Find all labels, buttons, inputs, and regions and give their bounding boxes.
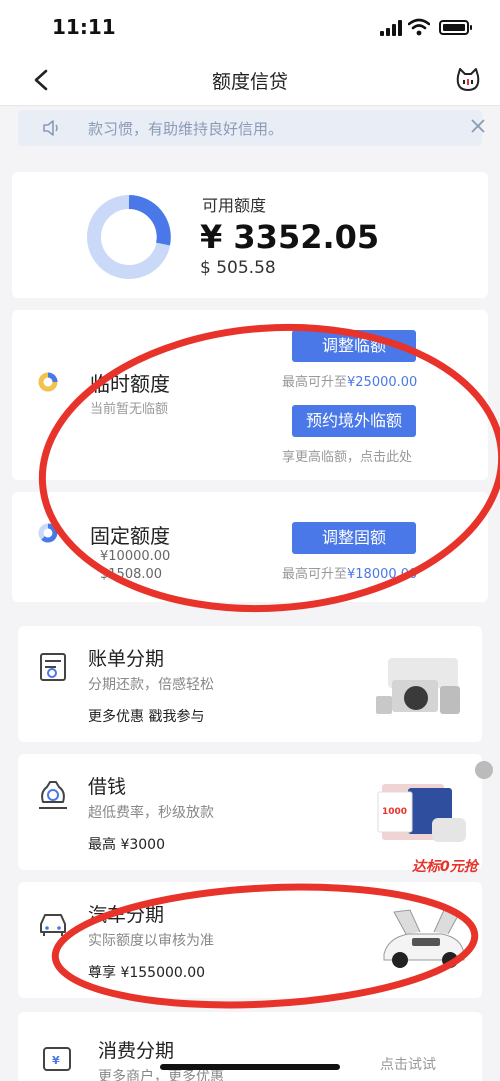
try-it-link[interactable]: 点击试试 xyxy=(380,1054,436,1074)
fixed-credit-usd: $1508.00 xyxy=(100,567,163,582)
product-name: 账单分期 xyxy=(88,648,165,670)
notice-text: 款习惯，有助维持良好信用。 xyxy=(88,120,284,138)
temporary-credit-subtitle: 当前暂无临额 xyxy=(90,402,169,417)
car-icon xyxy=(40,914,66,936)
wifi-icon xyxy=(408,18,430,36)
product-card-car-installment[interactable]: 汽车分期 实际额度以审核为准 尊享 ¥155000.00 xyxy=(18,882,482,998)
fixed-credit-cny: ¥10000.00 xyxy=(100,549,171,564)
battery-icon xyxy=(439,20,472,35)
product-desc: 实际额度以审核为准 xyxy=(88,933,214,949)
status-time: 11:11 xyxy=(52,15,116,39)
promo-close-icon[interactable] xyxy=(475,761,493,779)
temporary-hint-prefix: 最高可升至 xyxy=(282,375,348,390)
fixed-hint-prefix: 最高可升至 xyxy=(282,567,348,582)
product-desc: 分期还款，倍感轻松 xyxy=(88,677,214,693)
overseas-credit-button[interactable]: 预约境外临额 xyxy=(292,405,416,437)
temporary-hint-value: ¥25000.00 xyxy=(347,375,418,390)
section-divider xyxy=(0,612,500,622)
adjust-fixed-button[interactable]: 调整固额 xyxy=(292,522,416,554)
product-name: 消费分期 xyxy=(98,1040,175,1062)
adjust-temporary-button[interactable]: 调整临额 xyxy=(292,330,416,362)
fixed-max-hint: 最高可升至¥18000.00 xyxy=(282,563,417,582)
product-desc: 超低费率，秒级放款 xyxy=(88,805,214,821)
available-credit-amount: ¥ 3352.05 xyxy=(200,218,380,256)
product-name: 借钱 xyxy=(88,776,127,798)
cat-service-icon[interactable] xyxy=(454,66,482,94)
fixed-credit-icon xyxy=(38,523,58,543)
car-image xyxy=(383,909,465,968)
product-card-borrow[interactable]: 借钱 超低费率，秒级放款 最高 ¥3000 1000 xyxy=(18,754,482,870)
consumer-installment-icon: ¥ xyxy=(43,1047,71,1071)
promo-tag: 达标0元抢 xyxy=(412,859,478,875)
product-promo: 最高 ¥3000 xyxy=(88,837,165,853)
temporary-credit-icon xyxy=(38,372,58,392)
promo-badge-text: 1000 xyxy=(382,807,407,817)
available-credit-label: 可用额度 xyxy=(202,196,267,215)
speaker-icon xyxy=(43,120,58,136)
fixed-hint-value: ¥18000.00 xyxy=(347,567,418,582)
home-appliances-image xyxy=(376,658,460,714)
temporary-credit-card: 临时额度 当前暂无临额 调整临额 最高可升至¥25000.00 预约境外临额 享… xyxy=(12,310,488,480)
home-indicator xyxy=(160,1064,340,1070)
credit-donut-chart xyxy=(87,195,171,279)
available-credit-usd: $ 505.58 xyxy=(200,258,276,278)
fixed-credit-card: 固定额度 ¥10000.00 $1508.00 调整固额 最高可升至¥18000… xyxy=(12,492,488,602)
bill-installment-icon xyxy=(40,653,66,681)
status-bar: 11:11 xyxy=(0,0,500,56)
overseas-hint: 享更高临额，点击此处 xyxy=(282,450,413,465)
page-title: 额度信贷 xyxy=(211,71,288,93)
notice-bar: 款习惯，有助维持良好信用。 xyxy=(18,110,485,146)
signal-icon xyxy=(380,20,404,36)
close-icon[interactable] xyxy=(470,118,486,134)
available-credit-card: 可用额度 ¥ 3352.05 $ 505.58 xyxy=(12,172,488,298)
svg-text:¥: ¥ xyxy=(52,1054,60,1067)
nav-bar: 额度信贷 xyxy=(0,56,500,106)
promo-gift-image: 1000 xyxy=(377,784,466,842)
fixed-credit-title: 固定额度 xyxy=(90,524,170,548)
temporary-credit-title: 临时额度 xyxy=(90,372,170,396)
product-promo: 更多优惠 戳我参与 xyxy=(88,709,205,725)
money-bag-icon xyxy=(39,781,67,809)
product-card-bill-installment[interactable]: 账单分期 分期还款，倍感轻松 更多优惠 戳我参与 xyxy=(18,626,482,742)
product-promo: 尊享 ¥155000.00 xyxy=(88,965,206,981)
product-name: 汽车分期 xyxy=(88,904,165,926)
temporary-max-hint: 最高可升至¥25000.00 xyxy=(282,371,417,390)
